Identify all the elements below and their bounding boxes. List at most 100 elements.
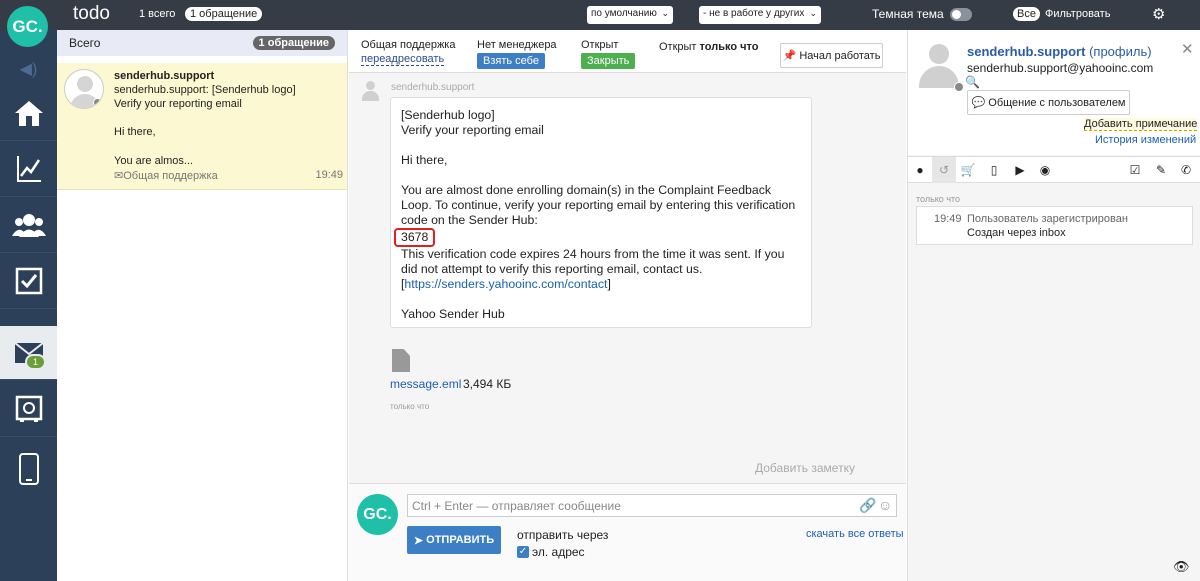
add-note-link[interactable]: Добавить заметку [755, 461, 855, 475]
conv-line: Verify your reporting email [114, 98, 242, 110]
avatar [916, 44, 964, 92]
attach-icon[interactable]: 🔗 [859, 497, 876, 514]
emoji-icon[interactable]: ☺ [878, 497, 892, 513]
message-line: Verify your reporting email [401, 123, 544, 137]
tablet-icon[interactable]: ▯ [982, 157, 1006, 183]
contact-link[interactable]: https://senders.yahooinc.com/contact [404, 277, 607, 291]
take-self-button[interactable]: Взять себе [477, 53, 545, 69]
message-line: [Senderhub logo] [401, 108, 495, 122]
composer: GC. Ctrl + Enter — отправляет сообщение … [349, 483, 906, 581]
nav-tasks[interactable] [0, 254, 57, 309]
message-time: только что [390, 402, 430, 411]
composer-logo: GC. [357, 494, 398, 535]
close-icon[interactable]: ✕ [1181, 40, 1194, 58]
nav-users[interactable] [0, 198, 57, 253]
filter-select[interactable]: - не в работе у других ⌄ [699, 6, 821, 24]
opened-time: Открыт только что [659, 41, 759, 53]
app-title: todo [73, 3, 110, 24]
chart-icon [16, 156, 41, 182]
top-bar: todo 1 всего 1 обращение по умолчанию ⌄ -… [0, 0, 1200, 30]
all-button[interactable]: Все [1013, 7, 1040, 21]
message-input[interactable]: Ctrl + Enter — отправляет сообщение [407, 494, 897, 517]
start-work-button[interactable]: 📌 Начал работать [780, 43, 883, 68]
conv-subject: senderhub.support: [Senderhub logo] [114, 84, 296, 96]
pin-icon: 📌 [782, 50, 797, 62]
send-via-label: отправить через [517, 528, 609, 542]
ticket-header: Общая поддержка переадресовать Нет менед… [349, 30, 906, 73]
email-checkbox[interactable]: ✓ эл. адрес [517, 545, 585, 559]
chevron-down-icon: ⌄ [809, 8, 817, 18]
dark-theme-toggle[interactable] [950, 8, 972, 21]
pencil-icon[interactable]: ✎ [1149, 157, 1173, 183]
phone-call-icon[interactable]: ✆ [1174, 157, 1198, 183]
attachment-size: 3,494 КБ [463, 377, 512, 391]
count-all[interactable]: 1 всего [139, 8, 175, 20]
history-link[interactable]: История изменений [1095, 134, 1196, 146]
status-dot [954, 82, 964, 92]
gear-icon[interactable]: ⚙ [1152, 5, 1165, 23]
eye-icon[interactable]: 👁 [1173, 559, 1190, 575]
conv-time: 19:49 [315, 169, 343, 181]
nav-safe[interactable] [0, 382, 57, 437]
list-item[interactable]: senderhub.support senderhub.support: [Se… [57, 63, 347, 190]
manager-label: Нет менеджера [477, 39, 557, 51]
download-all-link[interactable]: скачать все ответы [806, 528, 904, 540]
chat-with-user-button[interactable]: 💬 Общение с пользователем [967, 90, 1130, 115]
user-icon[interactable]: ● [908, 157, 932, 183]
cart-icon[interactable]: 🛒 [956, 157, 980, 183]
attachment-link[interactable]: message.eml [390, 377, 461, 391]
reassign-link[interactable]: переадресовать [361, 53, 445, 66]
checklist-icon[interactable]: ☑ [1123, 157, 1147, 183]
safe-icon [15, 395, 42, 422]
message-paragraph: You are almost done enrolling domain(s) … [401, 183, 796, 227]
ticket-panel: Общая поддержка переадресовать Нет менед… [349, 30, 906, 581]
message-greeting: Hi there, [401, 153, 448, 167]
conv-queue: ✉Общая поддержка [114, 170, 218, 182]
group-icon[interactable]: ◉ [1033, 157, 1057, 183]
video-icon[interactable]: ▶ [1008, 157, 1032, 183]
dark-theme-label: Темная тема [872, 7, 944, 21]
profile-tabs: ● ↺ 🛒 ▯ ▶ ◉ ☑ ✎ ✆ [908, 156, 1200, 183]
profile-name[interactable]: senderhub.support (профиль) [967, 44, 1152, 59]
send-button[interactable]: ➤ ОТПРАВИТЬ [407, 526, 501, 554]
left-nav: ◀) 1 [0, 30, 57, 581]
sender-avatar [360, 81, 380, 101]
close-ticket-button[interactable]: Закрыть [581, 53, 636, 69]
send-icon: ➤ [413, 534, 424, 547]
nav-home[interactable] [0, 86, 57, 141]
profile-panel: senderhub.support (профиль) senderhub.su… [907, 30, 1200, 581]
logo[interactable]: GC. [7, 6, 48, 47]
message-paragraph: This verification code expires 24 hours … [401, 247, 785, 291]
nav-stats[interactable] [0, 142, 57, 197]
home-icon [14, 101, 43, 126]
filter-label[interactable]: Фильтровать [1045, 8, 1110, 20]
event-time: 19:49 [934, 213, 962, 225]
conversation-list: Всего 1 обращение senderhub.support send… [57, 30, 348, 581]
history-icon[interactable]: ↺ [932, 157, 956, 183]
profile-card: senderhub.support (профиль) senderhub.su… [908, 30, 1200, 155]
conv-line: You are almos... [114, 155, 194, 167]
timeline-event: 19:49 Пользователь зарегистрирован Созда… [916, 206, 1193, 245]
phone-icon [18, 453, 39, 485]
message-signature: Yahoo Sender Hub [401, 307, 505, 321]
users-icon [11, 214, 46, 237]
sort-select[interactable]: по умолчанию ⌄ [587, 6, 673, 24]
check-icon: ✓ [517, 546, 529, 558]
add-remark-link[interactable]: Добавить примечание [1084, 118, 1198, 131]
nav-mobile[interactable] [0, 438, 57, 500]
queue-label: Общая поддержка [361, 39, 456, 51]
count-one-badge[interactable]: 1 обращение [185, 7, 263, 21]
list-title: Всего [69, 36, 101, 50]
search-icon[interactable]: 🔍 [965, 75, 980, 89]
list-count-badge: 1 обращение [252, 36, 335, 50]
mail-icon: ✉ [114, 170, 124, 182]
nav-mail[interactable]: 1 [0, 326, 57, 380]
file-icon[interactable] [392, 349, 410, 372]
list-header: Всего 1 обращение [57, 30, 347, 56]
speaker-icon[interactable]: ◀) [0, 54, 57, 86]
verification-code: 3678 [394, 228, 436, 247]
message-sender: senderhub.support [391, 82, 475, 93]
conv-line: Hi there, [114, 126, 156, 138]
event-text: Пользователь зарегистрирован [967, 213, 1128, 225]
conv-name: senderhub.support [114, 70, 215, 82]
